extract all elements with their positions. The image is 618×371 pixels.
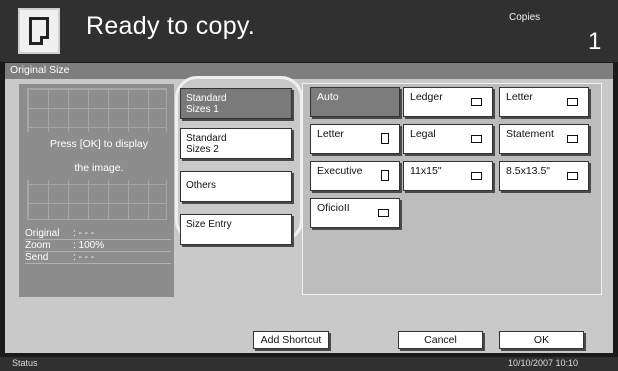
info-key: Zoom: [25, 240, 51, 251]
others-button[interactable]: Others: [180, 171, 292, 202]
size-letter-landscape-button[interactable]: Letter: [499, 87, 589, 117]
size-label: Letter: [506, 91, 533, 103]
button-label-line2: Sizes 2: [186, 144, 219, 155]
size-8.5x13.5-button[interactable]: 8.5x13.5": [499, 161, 589, 191]
size-letter-portrait-button[interactable]: Letter: [310, 124, 400, 154]
standard-sizes-1-button[interactable]: Standard Sizes 1: [180, 88, 292, 119]
cancel-button[interactable]: Cancel: [398, 331, 483, 349]
preview-message-line1: Press [OK] to display: [49, 138, 149, 150]
preview-message-line2: the image.: [74, 162, 124, 174]
screen-title: Original Size: [10, 64, 70, 76]
info-row-zoom: Zoom : 100%: [25, 240, 171, 252]
standard-sizes-2-button[interactable]: Standard Sizes 2: [180, 128, 292, 159]
datetime-display: 10/10/2007 10:10: [508, 358, 579, 368]
landscape-page-icon: [471, 135, 482, 143]
size-auto-button[interactable]: Auto: [310, 87, 400, 117]
screen-title-bar: [5, 63, 613, 79]
landscape-page-icon: [567, 135, 578, 143]
copy-document-icon: [18, 8, 60, 54]
size-entry-button[interactable]: Size Entry: [180, 214, 292, 245]
size-label: Auto: [317, 91, 339, 103]
portrait-page-icon: [381, 133, 389, 144]
size-label: Legal: [410, 128, 436, 140]
copies-label: Copies: [509, 12, 541, 23]
size-statement-button[interactable]: Statement: [499, 124, 589, 154]
info-row-original: Original : - - -: [25, 228, 171, 240]
add-shortcut-button[interactable]: Add Shortcut: [253, 331, 329, 349]
size-label: OficioII: [317, 202, 350, 214]
info-value: : - - -: [73, 228, 95, 239]
size-label: Executive: [317, 165, 363, 177]
landscape-page-icon: [567, 172, 578, 180]
landscape-page-icon: [471, 98, 482, 106]
button-label-line2: Sizes 1: [186, 104, 219, 115]
size-label: Letter: [317, 128, 344, 140]
status-button[interactable]: Status: [12, 358, 38, 368]
size-label: 8.5x13.5": [506, 165, 551, 177]
preview-message: Press [OK] to display the image.: [25, 132, 173, 180]
copies-count: 1: [588, 28, 602, 55]
size-oficio2-button[interactable]: OficioII: [310, 198, 400, 228]
size-label: Statement: [506, 128, 554, 140]
info-key: Send: [25, 252, 49, 263]
size-ledger-button[interactable]: Ledger: [403, 87, 493, 117]
size-label: 11x15": [410, 165, 442, 177]
size-label: Ledger: [410, 91, 443, 103]
info-value: : - - -: [73, 252, 95, 263]
landscape-page-icon: [567, 98, 578, 106]
info-row-send: Send : - - -: [25, 252, 171, 264]
size-legal-button[interactable]: Legal: [403, 124, 493, 154]
button-label-line1: Standard: [186, 93, 227, 104]
portrait-page-icon: [381, 170, 389, 181]
info-value: : 100%: [73, 240, 105, 251]
ok-button[interactable]: OK: [499, 331, 584, 349]
status-message: Ready to copy.: [86, 12, 256, 40]
landscape-page-icon: [471, 172, 482, 180]
size-executive-button[interactable]: Executive: [310, 161, 400, 191]
button-label-line1: Standard: [186, 133, 227, 144]
landscape-page-icon: [378, 209, 389, 217]
size-11x15-button[interactable]: 11x15": [403, 161, 493, 191]
info-key: Original: [25, 228, 60, 239]
